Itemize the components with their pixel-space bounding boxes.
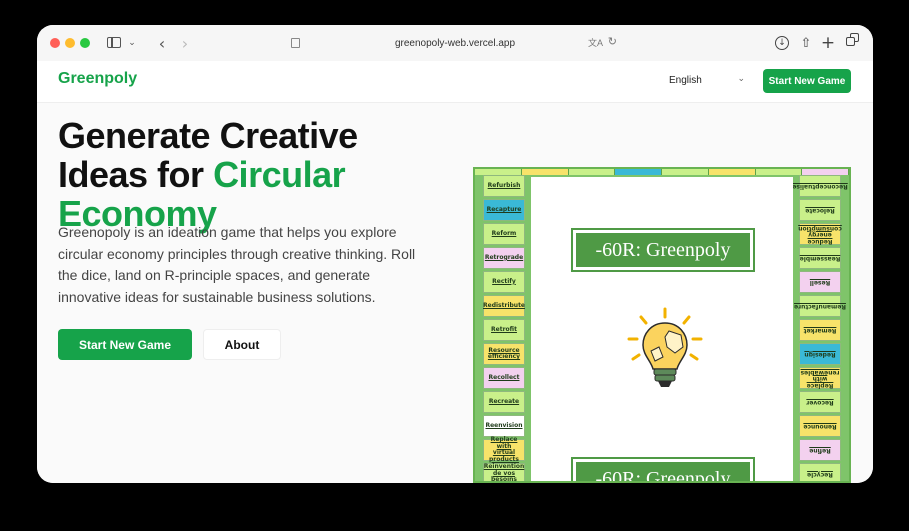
lightbulb-icon — [627, 307, 703, 387]
page-icon[interactable] — [291, 38, 300, 48]
share-icon[interactable]: ⇧ — [799, 33, 813, 53]
board-tile: Refurbish — [483, 175, 525, 197]
hero-description: Greenopoly is an ideation game that help… — [58, 224, 416, 305]
board-tile: Recollect — [483, 367, 525, 389]
address-bar[interactable]: greenopoly-web.vercel.app 文A ↻ — [285, 32, 625, 54]
board-bottom-text: -60R: Greenpoly — [576, 462, 750, 481]
chevron-down-icon: ⌄ — [737, 73, 745, 83]
hero-title-line2: Ideas for — [58, 154, 214, 195]
board-right-column: Reconceptualise Relocate Reduce energy con… — [792, 175, 848, 481]
board-tile: Rectify — [483, 271, 525, 293]
header-start-game-button[interactable]: Start New Game — [763, 69, 851, 93]
close-window-button[interactable] — [50, 38, 60, 48]
url-text: greenopoly-web.vercel.app — [394, 37, 516, 49]
board-tile: Recycle — [799, 463, 841, 481]
tabs-icon[interactable] — [846, 33, 860, 53]
zoom-window-button[interactable] — [80, 38, 90, 48]
board-tile: Replace with virtual products — [483, 436, 525, 462]
board-tile: Recreate — [483, 391, 525, 413]
board-tile: Reassemble — [799, 247, 841, 269]
board-title-text: -60R: Greenpoly — [576, 233, 750, 267]
board-tile: Refine — [799, 439, 841, 461]
minimize-window-button[interactable] — [65, 38, 75, 48]
site-logo[interactable]: Greenpoly — [58, 70, 137, 88]
board-tile: Remanufacture — [794, 295, 846, 317]
board-tile: Resource efficiency — [483, 343, 525, 365]
about-button[interactable]: About — [203, 329, 281, 360]
board-tile: Reduce energy consumption — [798, 223, 842, 245]
board-tile: Recapture — [483, 199, 525, 221]
download-icon[interactable]: ↓ — [775, 36, 789, 50]
reload-icon[interactable]: ↻ — [608, 35, 617, 48]
board-tile: Renounce — [799, 415, 841, 437]
board-tile: Relocate — [799, 199, 841, 221]
board-tile: Resell — [799, 271, 841, 293]
hero-title-line1: Generate Creative — [58, 115, 358, 156]
plus-icon[interactable]: + — [821, 33, 835, 53]
forward-icon[interactable]: › — [178, 33, 192, 53]
board-center: -60R: Greenpoly -60R: Greenpoly — [531, 177, 793, 481]
board-tile: Reinvention de vos besoins — [483, 463, 525, 483]
translate-icon[interactable]: 文A — [588, 36, 603, 49]
board-tile: Recover — [799, 391, 841, 413]
site-header: Greenpoly English ⌄ Start New Game — [37, 61, 873, 103]
board-tile: Reform — [483, 223, 525, 245]
board-tile: Remarket — [799, 319, 841, 341]
board-tile: Redistribute — [483, 295, 525, 317]
back-icon[interactable]: ‹ — [155, 33, 169, 53]
board-tile: Redesign — [799, 343, 841, 365]
board-title-label: -60R: Greenpoly — [571, 228, 755, 272]
board-tile: Retrograde — [483, 247, 525, 269]
board-left-column: Refurbish Recapture Reform Retrograde Rectif… — [483, 175, 525, 483]
hero-title-highlight: Circular — [213, 154, 346, 195]
language-select[interactable]: English ⌄ — [661, 68, 751, 93]
browser-toolbar: ⌄ ‹ › greenopoly-web.vercel.app 文A ↻ ↓ ⇧… — [37, 25, 873, 61]
board-tile: Reconceptualise — [792, 175, 848, 197]
language-value: English — [669, 75, 702, 86]
hero-title: Generate Creative Ideas for Circular Eco… — [58, 116, 458, 233]
browser-window: ⌄ ‹ › greenopoly-web.vercel.app 文A ↻ ↓ ⇧… — [37, 25, 873, 483]
board-tile: Retrofit — [483, 319, 525, 341]
game-board-image: Refurbish Recapture Reform Retrograde Rectif… — [473, 167, 851, 483]
board-tile: Reenvision — [483, 415, 525, 437]
start-new-game-button[interactable]: Start New Game — [58, 329, 192, 360]
board-bottom-label: -60R: Greenpoly — [571, 457, 755, 481]
board-tile: Replace with renewables — [799, 367, 841, 389]
chevron-down-icon[interactable]: ⌄ — [125, 33, 139, 53]
board-top-row — [475, 169, 849, 175]
sidebar-icon[interactable] — [107, 37, 121, 48]
